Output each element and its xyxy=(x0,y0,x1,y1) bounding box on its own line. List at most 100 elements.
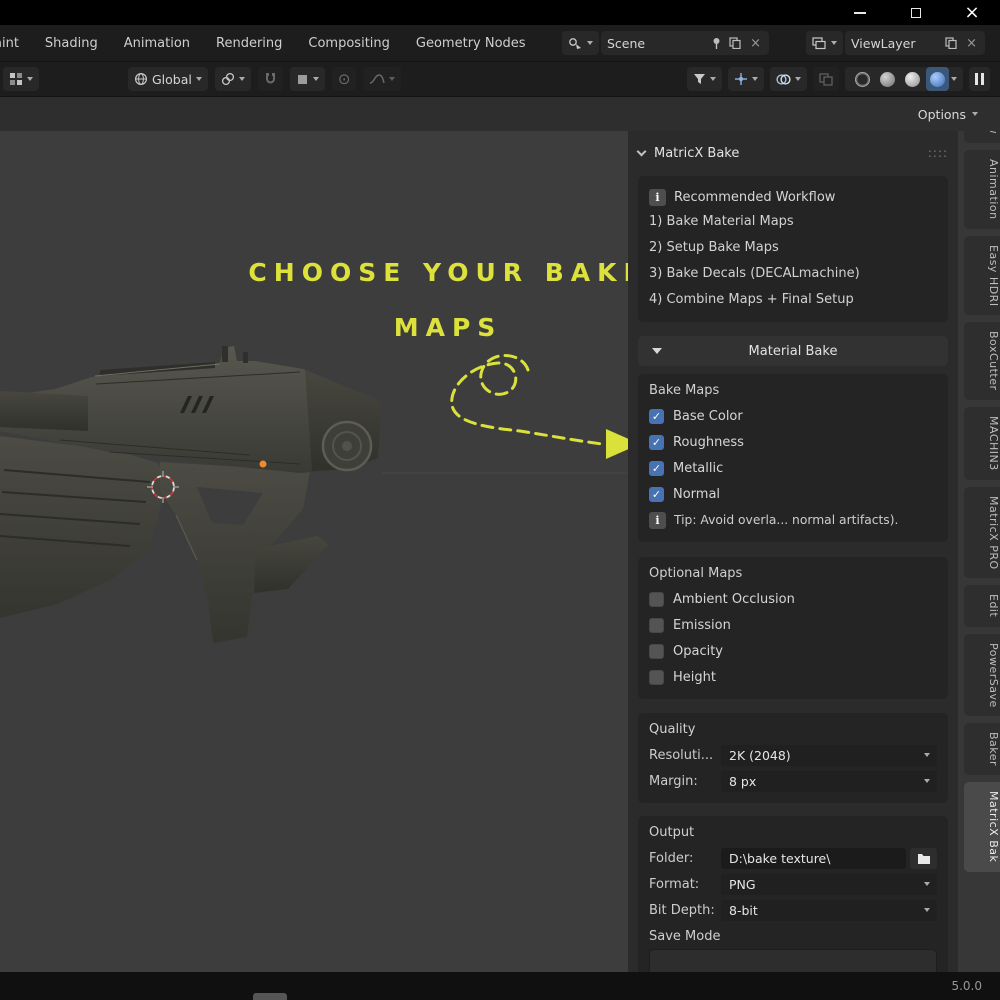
save-mode-button[interactable] xyxy=(649,949,937,972)
margin-dropdown[interactable]: 8 px xyxy=(721,770,937,792)
tip-row: i Tip: Avoid overla... normal artifacts)… xyxy=(649,507,937,533)
workspace-tab-geometry-nodes[interactable]: Geometry Nodes xyxy=(416,36,526,51)
close-button[interactable]: × xyxy=(944,0,1000,25)
side-tab-machin3[interactable]: MACHIN3 xyxy=(964,406,1000,480)
pin-icon[interactable] xyxy=(711,37,722,49)
view-layer-name-field[interactable]: ViewLayer × xyxy=(845,31,985,55)
proportional-editing-button[interactable]: ⊙ xyxy=(331,67,357,91)
xray-toggle-button[interactable] xyxy=(813,67,839,91)
side-tab-boxcutter[interactable]: BoxCutter xyxy=(964,322,1000,400)
checkbox[interactable]: ✓ xyxy=(649,617,664,633)
checkbox[interactable]: ✓ xyxy=(649,643,664,659)
side-tab-powersave[interactable]: PowerSave xyxy=(964,633,1000,717)
checkbox[interactable]: ✓ xyxy=(649,591,664,607)
transform-pivot-button[interactable] xyxy=(214,67,251,91)
chevron-down-icon xyxy=(238,77,245,81)
editor-type-button[interactable] xyxy=(3,67,39,91)
remove-view-layer-icon[interactable]: × xyxy=(964,36,979,51)
pivot-icon xyxy=(221,72,234,86)
info-icon: i xyxy=(649,188,666,206)
checkbox-row-normal[interactable]: ✓ Normal xyxy=(649,481,937,507)
side-tab-edit[interactable]: Edit xyxy=(964,585,1000,627)
shading-wireframe-button[interactable] xyxy=(851,67,874,91)
material-bake-header[interactable]: Material Bake xyxy=(638,336,948,366)
falloff-button[interactable] xyxy=(363,67,402,91)
checkbox-row-base-color[interactable]: ✓ Base Color xyxy=(649,403,937,429)
panel-grip-icon[interactable]: :::: xyxy=(928,146,948,160)
options-label: Options xyxy=(917,106,966,122)
copy-icon[interactable] xyxy=(729,37,741,49)
folder-path-input[interactable]: D:\bake texture\ xyxy=(721,847,906,869)
scene-name-field[interactable]: Scene × xyxy=(601,31,769,55)
shading-rendered-button[interactable] xyxy=(926,67,949,91)
shading-solid-button[interactable] xyxy=(876,67,899,91)
options-dropdown[interactable]: Options xyxy=(910,102,986,126)
view-layer-browse-button[interactable] xyxy=(806,31,843,55)
side-tab-baker[interactable]: Baker xyxy=(964,723,1000,776)
workspace-tab-partial[interactable]: aint xyxy=(0,36,19,51)
snap-toggle-button[interactable] xyxy=(257,67,283,91)
workflow-step: 4) Combine Maps + Final Setup xyxy=(649,292,854,307)
viewport-header: Global ⊙ xyxy=(0,62,1000,97)
checkbox[interactable]: ✓ xyxy=(649,434,664,450)
side-tab-animation[interactable]: Animation xyxy=(964,150,1000,229)
checkbox-row-height[interactable]: ✓ Height xyxy=(649,664,937,690)
optional-maps-box: Optional Maps ✓ Ambient Occlusion ✓ Emis… xyxy=(638,557,948,699)
material-bake-title: Material Bake xyxy=(748,343,838,359)
orientation-globe-icon xyxy=(134,72,148,86)
visibility-filter-button[interactable] xyxy=(687,67,722,91)
workspace-tab-rendering[interactable]: Rendering xyxy=(216,36,282,51)
workspace-tab-compositing[interactable]: Compositing xyxy=(308,36,390,51)
magnet-icon xyxy=(265,73,275,84)
bit-depth-dropdown[interactable]: 8-bit xyxy=(721,899,937,921)
collapse-chevron-icon[interactable] xyxy=(636,146,647,156)
checkbox-row-opacity[interactable]: ✓ Opacity xyxy=(649,638,937,664)
format-dropdown[interactable]: PNG xyxy=(721,873,937,895)
panel-header[interactable]: MatricX Bake :::: xyxy=(636,140,948,166)
side-tab-matricx-pro[interactable]: MatricX PRO xyxy=(964,486,1000,579)
workflow-step: 3) Bake Decals (DECALmachine) xyxy=(649,266,860,281)
maximize-button[interactable] xyxy=(888,0,944,25)
checkbox[interactable]: ✓ xyxy=(649,486,664,502)
checkbox-row-emission[interactable]: ✓ Emission xyxy=(649,612,937,638)
pause-button[interactable] xyxy=(969,67,990,91)
checkbox-label: Base Color xyxy=(673,408,743,424)
folder-icon xyxy=(917,854,930,864)
gizmo-button[interactable] xyxy=(728,67,764,91)
browse-folder-button[interactable] xyxy=(910,847,937,869)
checkbox-row-ambient-occlusion[interactable]: ✓ Ambient Occlusion xyxy=(649,586,937,612)
checkbox-row-metallic[interactable]: ✓ Metallic xyxy=(649,455,937,481)
shading-material-button[interactable] xyxy=(901,67,924,91)
checkbox-label: Emission xyxy=(673,617,731,633)
overlays-button[interactable] xyxy=(770,67,807,91)
checkbox-label: Ambient Occlusion xyxy=(673,591,795,607)
minimize-button[interactable] xyxy=(832,0,888,25)
editor-type-icon xyxy=(10,73,22,85)
blender-window: × aint Shading Animation Rendering Compo… xyxy=(0,0,1000,1000)
checkbox-row-roughness[interactable]: ✓ Roughness xyxy=(649,429,937,455)
side-tab-matricx-bake[interactable]: MatricX Bak xyxy=(964,782,1000,872)
resolution-value: 2K (2048) xyxy=(729,747,791,763)
copy-icon[interactable] xyxy=(945,37,957,49)
workspace-tab-animation[interactable]: Animation xyxy=(124,36,190,51)
margin-label: Margin: xyxy=(649,773,698,789)
transform-orientation-button[interactable]: Global xyxy=(128,67,208,91)
side-tab-view[interactable]: View xyxy=(964,131,1000,144)
scene-icon xyxy=(569,37,581,49)
resolution-dropdown[interactable]: 2K (2048) xyxy=(721,744,937,766)
checkbox[interactable]: ✓ xyxy=(649,460,664,476)
snap-settings-button[interactable] xyxy=(289,67,325,91)
scene-browse-button[interactable] xyxy=(562,31,599,55)
workflow-box: i Recommended Workflow 1) Bake Material … xyxy=(638,176,948,322)
checkbox[interactable]: ✓ xyxy=(649,408,664,424)
side-tab-easy-hdri[interactable]: Easy HDRI xyxy=(964,235,1000,316)
folder-path-value: D:\bake texture\ xyxy=(729,850,831,866)
view-layer-icon xyxy=(812,36,826,49)
checkbox[interactable]: ✓ xyxy=(649,669,664,685)
chevron-down-icon xyxy=(951,77,957,81)
workspace-tab-shading[interactable]: Shading xyxy=(45,36,98,51)
taskbar-notch xyxy=(253,993,287,1000)
expand-triangle-icon[interactable] xyxy=(652,348,662,354)
unlink-scene-icon[interactable]: × xyxy=(748,36,763,51)
topbar: aint Shading Animation Rendering Composi… xyxy=(0,25,1000,62)
